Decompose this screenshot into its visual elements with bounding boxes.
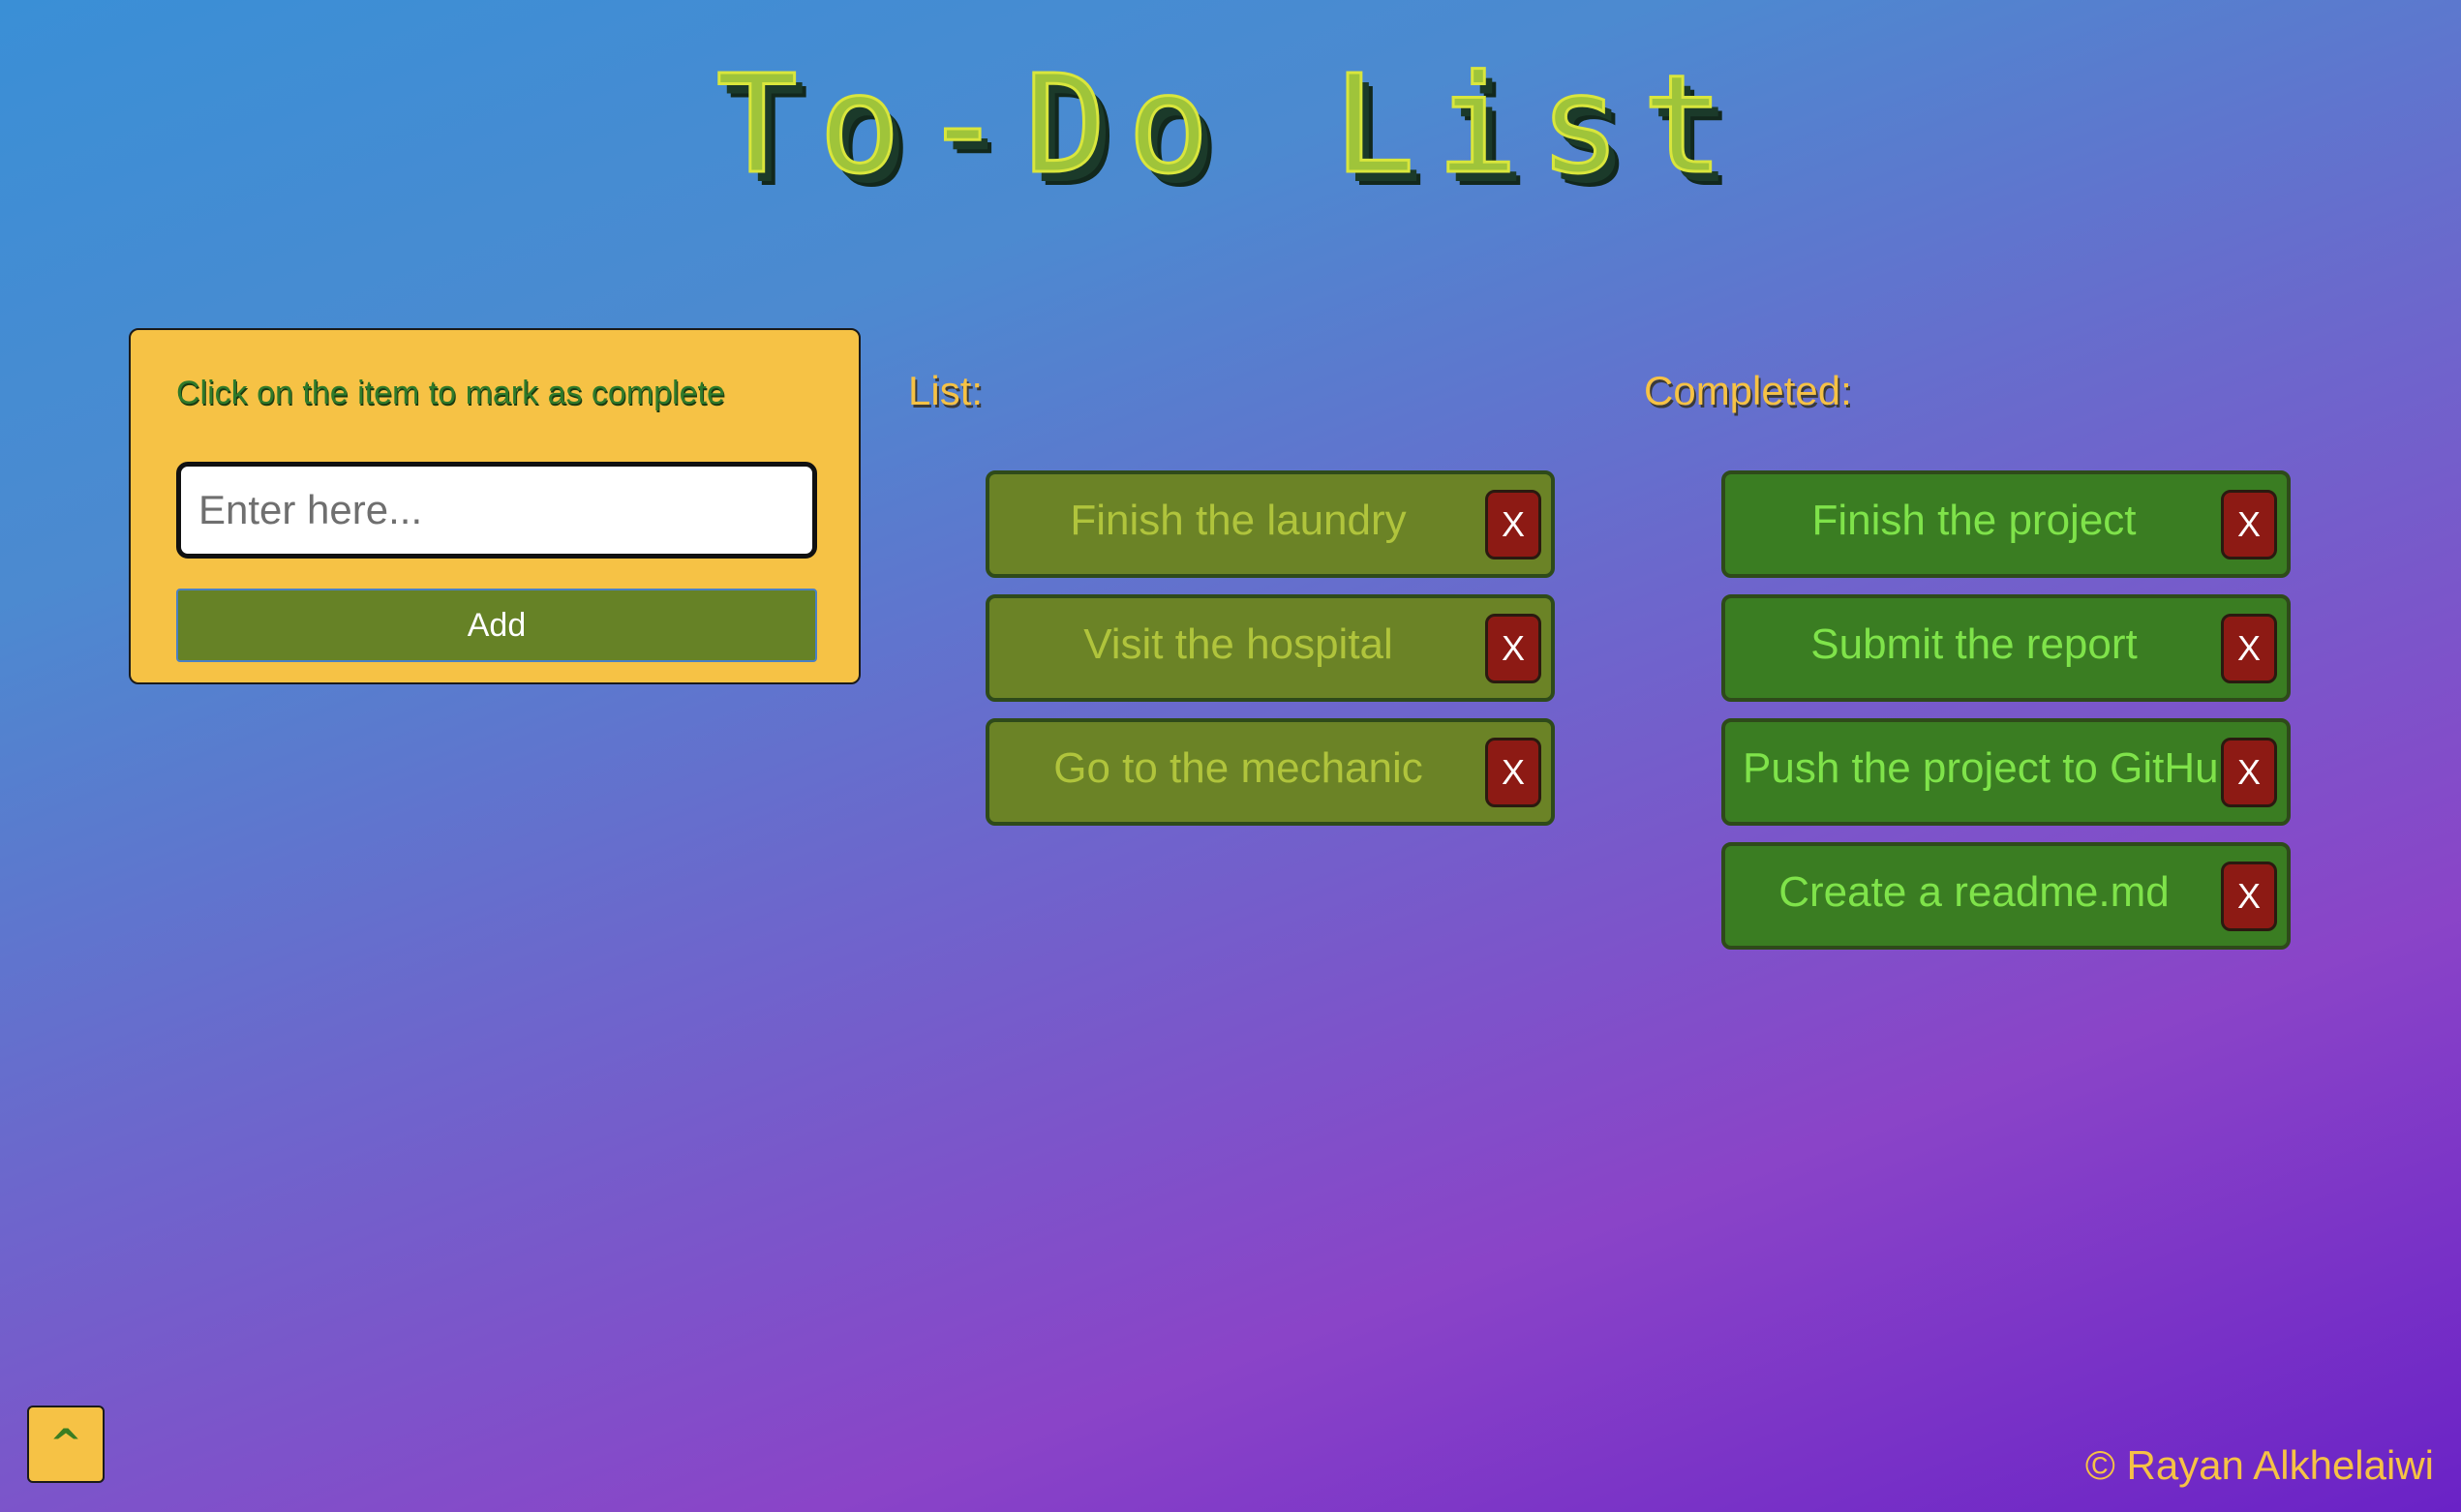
page-title: To-Do List: [714, 46, 1746, 204]
list-heading: List:: [908, 368, 984, 413]
todo-item-text: Finish the laundry: [1070, 497, 1407, 544]
todo-item[interactable]: Visit the hospital X: [986, 594, 1555, 702]
completed-item-text: Finish the project: [1811, 497, 2137, 544]
delete-button[interactable]: X: [2221, 738, 2277, 807]
completed-item[interactable]: Push the project to GitHub X: [1721, 718, 2291, 826]
scroll-to-top-button[interactable]: ^: [27, 1406, 105, 1483]
completed-item[interactable]: Finish the project X: [1721, 470, 2291, 578]
todo-item[interactable]: Go to the mechanic X: [986, 718, 1555, 826]
todo-item-text: Go to the mechanic: [1053, 744, 1423, 792]
footer-credit: © Rayan Alkhelaiwi: [2084, 1442, 2434, 1488]
add-button[interactable]: Add: [176, 589, 817, 662]
instruction-text: Click on the item to mark as complete: [176, 375, 725, 411]
delete-button[interactable]: X: [2221, 490, 2277, 559]
todo-item[interactable]: Finish the laundry X: [986, 470, 1555, 578]
delete-button[interactable]: X: [1485, 490, 1541, 559]
delete-button[interactable]: X: [2221, 862, 2277, 931]
delete-button[interactable]: X: [1485, 614, 1541, 683]
completed-item[interactable]: Submit the report X: [1721, 594, 2291, 702]
delete-button[interactable]: X: [2221, 614, 2277, 683]
completed-list: Finish the project X Submit the report X…: [1721, 470, 2291, 966]
completed-heading: Completed:: [1644, 368, 1852, 413]
delete-button[interactable]: X: [1485, 738, 1541, 807]
completed-item-text: Submit the report: [1810, 620, 2138, 668]
input-panel: Click on the item to mark as complete Ad…: [129, 328, 861, 684]
chevron-up-icon: ^: [49, 1422, 82, 1467]
completed-item-text: Push the project to GitHub: [1743, 744, 2227, 792]
completed-item-text: Create a readme.md: [1778, 868, 2170, 916]
todo-item-text: Visit the hospital: [1083, 620, 1393, 668]
task-input[interactable]: [176, 462, 817, 559]
completed-item[interactable]: Create a readme.md X: [1721, 842, 2291, 950]
todo-list: Finish the laundry X Visit the hospital …: [986, 470, 1555, 842]
